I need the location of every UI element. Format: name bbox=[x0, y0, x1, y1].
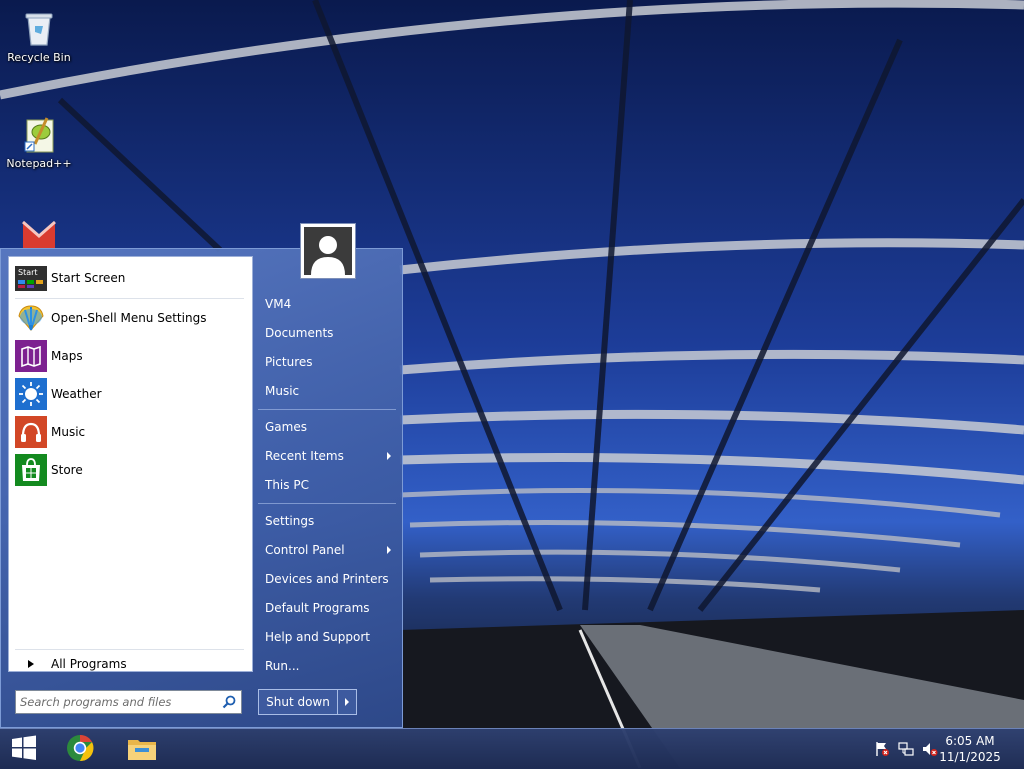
menu-item-vm4[interactable]: VM4 bbox=[265, 297, 291, 311]
taskbar-file-explorer-button[interactable] bbox=[122, 732, 162, 766]
menu-item-control-panel[interactable]: Control Panel bbox=[265, 543, 345, 557]
start-menu-programs-pane: Start Start Screen Open-Shell Menu Setti… bbox=[8, 256, 253, 672]
search-input[interactable] bbox=[20, 693, 210, 711]
headphones-icon bbox=[14, 416, 47, 449]
desktop-icon-notepad-plus-plus[interactable]: Notepad++ bbox=[1, 114, 77, 170]
all-programs-label: All Programs bbox=[51, 657, 127, 671]
program-label: Weather bbox=[51, 387, 102, 401]
recycle-bin-icon bbox=[19, 8, 59, 48]
file-explorer-icon bbox=[126, 734, 158, 765]
volume-muted-icon[interactable] bbox=[922, 741, 938, 757]
taskbar-clock[interactable]: 6:05 AM 11/1/2025 bbox=[938, 733, 1002, 765]
start-screen-icon-text: Start bbox=[18, 268, 38, 277]
program-music[interactable]: Music bbox=[14, 415, 247, 449]
program-open-shell-settings[interactable]: Open-Shell Menu Settings bbox=[14, 301, 247, 335]
menu-item-run[interactable]: Run... bbox=[265, 659, 299, 673]
start-menu: Start Start Screen Open-Shell Menu Setti… bbox=[0, 248, 403, 728]
menu-item-default-programs[interactable]: Default Programs bbox=[265, 601, 370, 615]
menu-item-help-and-support[interactable]: Help and Support bbox=[265, 630, 370, 644]
triangle-right-icon bbox=[14, 648, 47, 681]
shutdown-button-group: Shut down bbox=[258, 689, 357, 715]
search-icon[interactable] bbox=[221, 694, 237, 710]
clock-date: 11/1/2025 bbox=[939, 750, 1001, 764]
menu-item-documents[interactable]: Documents bbox=[265, 326, 333, 340]
menu-item-recent-items[interactable]: Recent Items bbox=[265, 449, 344, 463]
menu-separator bbox=[258, 409, 396, 410]
program-label: Open-Shell Menu Settings bbox=[51, 311, 207, 325]
weather-icon bbox=[14, 378, 47, 411]
user-avatar-icon bbox=[304, 227, 352, 275]
start-screen-icon: Start bbox=[14, 262, 47, 295]
program-start-screen[interactable]: Start Start Screen bbox=[14, 261, 247, 295]
desktop-icon-recycle-bin[interactable]: Recycle Bin bbox=[1, 8, 77, 64]
action-center-flag-icon[interactable] bbox=[874, 741, 890, 757]
programs-separator bbox=[15, 298, 244, 299]
program-label: Music bbox=[51, 425, 86, 439]
windows-start-icon bbox=[10, 734, 38, 765]
notepad-plus-plus-icon bbox=[19, 114, 59, 154]
shutdown-options-button[interactable] bbox=[338, 690, 356, 714]
menu-item-music[interactable]: Music bbox=[265, 384, 299, 398]
program-label: Store bbox=[51, 463, 83, 477]
menu-item-devices-and-printers[interactable]: Devices and Printers bbox=[265, 572, 389, 586]
chevron-right-icon bbox=[345, 698, 349, 706]
all-programs-button[interactable]: All Programs bbox=[14, 650, 247, 678]
taskbar: 6:05 AM 11/1/2025 bbox=[0, 728, 1024, 769]
chrome-icon bbox=[65, 733, 95, 766]
maps-icon bbox=[14, 340, 47, 373]
menu-item-this-pc[interactable]: This PC bbox=[265, 478, 309, 492]
desktop-icon-label: Recycle Bin bbox=[7, 51, 71, 64]
network-icon[interactable] bbox=[898, 741, 914, 757]
search-box[interactable] bbox=[15, 690, 242, 714]
program-label: Maps bbox=[51, 349, 83, 363]
clock-time: 6:05 AM bbox=[945, 734, 995, 748]
user-picture[interactable] bbox=[300, 223, 356, 279]
program-label: Start Screen bbox=[51, 271, 126, 285]
shell-icon bbox=[14, 302, 47, 335]
recent-items-chevron-right-icon bbox=[387, 452, 391, 460]
program-weather[interactable]: Weather bbox=[14, 377, 247, 411]
start-button[interactable] bbox=[4, 732, 44, 766]
program-store[interactable]: Store bbox=[14, 453, 247, 487]
control-panel-chevron-right-icon bbox=[387, 546, 391, 554]
desktop-icon-label: Notepad++ bbox=[6, 157, 72, 170]
program-maps[interactable]: Maps bbox=[14, 339, 247, 373]
menu-item-games[interactable]: Games bbox=[265, 420, 307, 434]
store-icon bbox=[14, 454, 47, 487]
menu-item-settings[interactable]: Settings bbox=[265, 514, 314, 528]
menu-item-pictures[interactable]: Pictures bbox=[265, 355, 313, 369]
taskbar-chrome-button[interactable] bbox=[60, 732, 100, 766]
shutdown-button[interactable]: Shut down bbox=[259, 690, 338, 714]
menu-separator bbox=[258, 503, 396, 504]
